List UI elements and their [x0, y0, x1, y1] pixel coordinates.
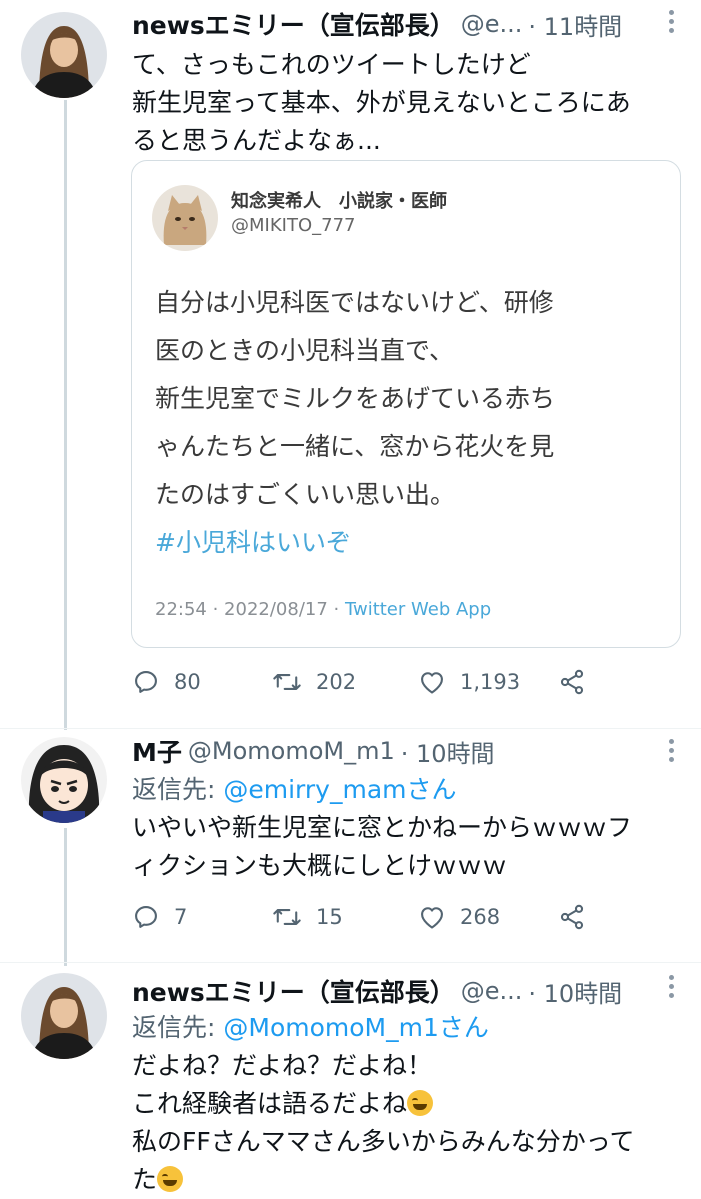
- like-button[interactable]: 268: [418, 899, 558, 935]
- author-name[interactable]: M子: [132, 733, 182, 769]
- author-handle[interactable]: @MomomoM_m1: [188, 737, 395, 765]
- tweet-text-line: 私のFFさんママさん多いからみんな分かって: [132, 1127, 635, 1156]
- reply-button[interactable]: 80: [132, 664, 272, 700]
- hashtag-link[interactable]: #小児科はいいぞ: [155, 523, 351, 559]
- quote-text-line: ゃんたちと一緒に、窓から花火を見: [155, 432, 555, 461]
- reply-prefix: 返信先:: [132, 1013, 224, 1042]
- reply-icon: [135, 906, 157, 928]
- tweet-text-line: 新生児室って基本、外が見えないところにあ: [132, 88, 631, 117]
- like-count: 268: [460, 905, 501, 929]
- retweet-button[interactable]: 15: [272, 899, 418, 935]
- tweet-text-line: これ経験者は語るだよね: [132, 1089, 408, 1118]
- avatar[interactable]: [21, 737, 107, 823]
- quote-text-line: 医のときの小児科当直で、: [155, 336, 455, 365]
- reply-context: 返信先: @MomomoM_m1さん: [132, 1009, 681, 1047]
- tweet-text-line: いやいや新生児室に窓とかねーからｗｗｗフ: [132, 813, 633, 842]
- quote-client-app: Twitter Web App: [344, 599, 492, 620]
- like-button[interactable]: 1,193: [418, 664, 558, 700]
- reply-button[interactable]: 7: [132, 899, 272, 935]
- share-icon: [560, 669, 584, 695]
- more-icon[interactable]: [669, 739, 675, 762]
- reply-target-link[interactable]: @MomomoM_m1さん: [223, 1013, 489, 1042]
- tweet-time[interactable]: · 11時間: [528, 7, 622, 42]
- tweet-actions: 80 202 1,193: [132, 664, 602, 700]
- rolling-laughing-emoji-icon: [157, 1166, 184, 1192]
- tweet-content: 返信先: @MomomoM_m1さん だよね？だよね？だよね！ これ経験者は語る…: [132, 1009, 681, 1199]
- avatar[interactable]: [21, 12, 107, 98]
- retweet-button[interactable]: 202: [272, 664, 418, 700]
- avatar[interactable]: [21, 973, 107, 1059]
- quote-author-name[interactable]: 知念実希人 小説家・医師: [231, 187, 447, 213]
- heart-icon: [421, 907, 443, 929]
- avatar-woman-icon: [21, 973, 107, 1059]
- reply-icon: [135, 671, 157, 693]
- author-handle[interactable]: @e...: [461, 10, 523, 38]
- quote-timestamp: 22:54 · 2022/08/17 ·: [155, 599, 345, 620]
- quote-avatar[interactable]: [152, 185, 218, 251]
- quote-text-line: たのはすごくいい思い出。: [155, 480, 456, 509]
- cat-avatar-icon: [152, 185, 218, 251]
- tweet-content: 返信先: @emirry_mamさん いやいや新生児室に窓とかねーからｗｗｗフ …: [132, 771, 681, 885]
- retweet-icon: [273, 909, 301, 925]
- more-icon[interactable]: [669, 10, 675, 33]
- author-name[interactable]: newsエミリー（宣伝部長）: [132, 973, 455, 1009]
- like-count: 1,193: [460, 670, 521, 694]
- tweet-time[interactable]: · 10時間: [401, 734, 495, 769]
- tweet-text-line: て、さっもこれのツイートしたけど: [132, 50, 531, 79]
- reply-prefix: 返信先:: [132, 775, 224, 804]
- author-handle[interactable]: @e...: [461, 977, 523, 1005]
- avatar-woman-icon: [21, 12, 107, 98]
- reply-context: 返信先: @emirry_mamさん: [132, 771, 681, 809]
- tweet-text-line: ると思うんだよなぁ...: [132, 126, 381, 155]
- avatar-anime-girl-icon: [21, 737, 107, 823]
- heart-icon: [421, 672, 443, 694]
- retweet-count: 15: [316, 905, 343, 929]
- rolling-laughing-emoji-icon: [407, 1090, 434, 1116]
- quoted-tweet[interactable]: 知念実希人 小説家・医師 @MIKITO_777 自分は小児科医ではないけど、研…: [131, 160, 681, 648]
- tweet-text: て、さっもこれのツイートしたけど 新生児室って基本、外が見えないところにあ ると…: [132, 46, 681, 160]
- tweet[interactable]: newsエミリー（宣伝部長） @e... · 11時間 て、さっもこれのツイート…: [0, 0, 701, 730]
- quote-footer: 22:54 · 2022/08/17 · Twitter Web App: [155, 599, 491, 620]
- retweet-icon: [273, 674, 301, 690]
- tweet-time[interactable]: · 10時間: [528, 974, 622, 1009]
- tweet-text-line: た: [132, 1165, 158, 1194]
- author-name[interactable]: newsエミリー（宣伝部長）: [132, 6, 455, 42]
- tweet[interactable]: newsエミリー（宣伝部長） @e... · 10時間 返信先: @Momomo…: [0, 963, 701, 1199]
- quote-text: 自分は小児科医ではないけど、研修 医のときの小児科当直で、 新生児室でミルクをあ…: [155, 279, 665, 519]
- tweet-text-line: ィクションも大概にしとけｗｗｗ: [132, 851, 508, 880]
- retweet-count: 202: [316, 670, 357, 694]
- tweet-actions: 7 15 268: [132, 899, 602, 935]
- reply-count: 80: [174, 670, 201, 694]
- quote-text-line: 自分は小児科医ではないけど、研修: [155, 288, 554, 317]
- tweet[interactable]: M子 @MomomoM_m1 · 10時間 返信先: @emirry_mamさん…: [0, 729, 701, 959]
- quote-text-line: 新生児室でミルクをあげている赤ち: [155, 384, 556, 413]
- quote-author-handle[interactable]: @MIKITO_777: [231, 215, 355, 236]
- reply-count: 7: [174, 905, 188, 929]
- more-icon[interactable]: [669, 975, 675, 998]
- share-button[interactable]: [558, 899, 600, 935]
- reply-target-link[interactable]: @emirry_mamさん: [223, 775, 456, 804]
- share-icon: [560, 904, 584, 930]
- tweet-text-line: だよね？だよね？だよね！: [132, 1051, 433, 1080]
- share-button[interactable]: [558, 664, 600, 700]
